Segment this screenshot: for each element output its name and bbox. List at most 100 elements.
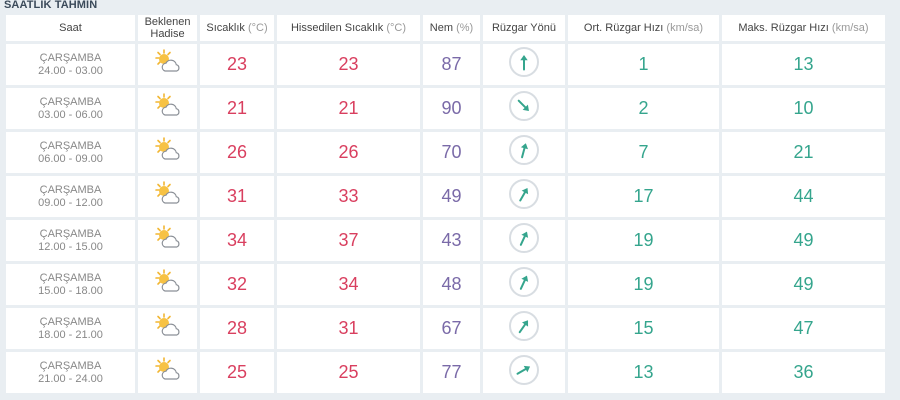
max-wind-value: 36 — [793, 362, 814, 382]
cell-ruzgar-yonu — [483, 88, 565, 129]
max-wind-value: 49 — [793, 274, 814, 294]
header-saat: Saat — [6, 15, 135, 41]
temperature-value: 26 — [226, 142, 248, 162]
humidity-value: 43 — [441, 230, 462, 250]
avg-wind-value: 19 — [633, 274, 654, 294]
cell-sicaklik: 21 — [200, 88, 274, 129]
cell-hissedilen: 34 — [277, 264, 420, 305]
header-sicaklik-unit: (°C) — [247, 22, 268, 34]
row-day: ÇARŞAMBA — [39, 359, 102, 372]
wind-direction-icon — [509, 91, 539, 121]
temperature-value: 34 — [226, 230, 248, 250]
feels-like-value: 23 — [338, 54, 359, 74]
cell-hissedilen: 37 — [277, 220, 420, 261]
row-day: ÇARŞAMBA — [39, 315, 102, 328]
cell-maks-ruzgar: 21 — [722, 132, 885, 173]
max-wind-value: 10 — [793, 98, 814, 118]
partly-cloudy-icon — [153, 93, 183, 124]
cell-maks-ruzgar: 49 — [722, 264, 885, 305]
cell-maks-ruzgar: 36 — [722, 352, 885, 393]
cell-ruzgar-yonu — [483, 220, 565, 261]
cell-hissedilen: 23 — [277, 44, 420, 85]
header-ort-ruzgar: Ort. Rüzgar Hızı (km/sa) — [568, 15, 719, 41]
cell-sicaklik: 25 — [200, 352, 274, 393]
table-row: ÇARŞAMBA 15.00 - 18.00 32 34 48 19 49 — [6, 264, 885, 305]
cell-ruzgar-yonu — [483, 308, 565, 349]
cell-sicaklik: 26 — [200, 132, 274, 173]
cell-saat: ÇARŞAMBA 06.00 - 09.00 — [6, 132, 135, 173]
avg-wind-value: 2 — [638, 98, 649, 118]
cell-nem: 43 — [423, 220, 480, 261]
cell-saat: ÇARŞAMBA 03.00 - 06.00 — [6, 88, 135, 129]
partly-cloudy-icon — [153, 225, 183, 256]
table-row: ÇARŞAMBA 18.00 - 21.00 28 31 67 15 47 — [6, 308, 885, 349]
wind-direction-icon — [509, 355, 539, 385]
row-time-range: 06.00 - 09.00 — [38, 152, 103, 165]
cell-sicaklik: 31 — [200, 176, 274, 217]
avg-wind-value: 13 — [633, 362, 654, 382]
wind-direction-icon — [509, 311, 539, 341]
header-sicaklik-label: Sıcaklık — [206, 22, 245, 34]
header-ruzgar-yonu: Rüzgar Yönü — [483, 15, 565, 41]
row-day: ÇARŞAMBA — [39, 227, 102, 240]
wind-direction-icon — [509, 179, 539, 209]
humidity-value: 87 — [441, 54, 462, 74]
header-maks-ruzgar-unit: (km/sa) — [831, 22, 869, 34]
header-nem-unit: (%) — [456, 22, 474, 34]
cell-sicaklik: 23 — [200, 44, 274, 85]
max-wind-value: 13 — [793, 54, 814, 74]
avg-wind-value: 19 — [633, 230, 654, 250]
feels-like-value: 21 — [338, 98, 359, 118]
cell-hissedilen: 21 — [277, 88, 420, 129]
row-day: ÇARŞAMBA — [39, 51, 102, 64]
avg-wind-value: 17 — [633, 186, 654, 206]
cell-ort-ruzgar: 1 — [568, 44, 719, 85]
cell-saat: ÇARŞAMBA 21.00 - 24.00 — [6, 352, 135, 393]
cell-nem: 67 — [423, 308, 480, 349]
cell-saat: ÇARŞAMBA 15.00 - 18.00 — [6, 264, 135, 305]
row-time-range: 21.00 - 24.00 — [38, 372, 103, 385]
cell-ort-ruzgar: 7 — [568, 132, 719, 173]
cell-maks-ruzgar: 10 — [722, 88, 885, 129]
temperature-value: 31 — [226, 186, 248, 206]
cell-nem: 48 — [423, 264, 480, 305]
header-maks-ruzgar: Maks. Rüzgar Hızı (km/sa) — [722, 15, 885, 41]
cell-ort-ruzgar: 19 — [568, 264, 719, 305]
row-day: ÇARŞAMBA — [39, 139, 102, 152]
row-time-range: 15.00 - 18.00 — [38, 284, 103, 297]
header-ort-ruzgar-unit: (km/sa) — [666, 22, 704, 34]
row-day: ÇARŞAMBA — [39, 271, 102, 284]
feels-like-value: 26 — [338, 142, 359, 162]
header-saat-label: Saat — [59, 22, 82, 34]
temperature-value: 23 — [226, 54, 248, 74]
wind-direction-icon — [509, 223, 539, 253]
cell-nem: 49 — [423, 176, 480, 217]
feels-like-value: 31 — [338, 318, 359, 338]
row-time-range: 24.00 - 03.00 — [38, 64, 103, 77]
cell-sicaklik: 34 — [200, 220, 274, 261]
row-day: ÇARŞAMBA — [39, 95, 102, 108]
cell-ort-ruzgar: 19 — [568, 220, 719, 261]
cell-maks-ruzgar: 13 — [722, 44, 885, 85]
cell-saat: ÇARŞAMBA 18.00 - 21.00 — [6, 308, 135, 349]
cell-hadise — [138, 308, 197, 349]
cell-nem: 90 — [423, 88, 480, 129]
cell-hadise — [138, 44, 197, 85]
max-wind-value: 47 — [793, 318, 814, 338]
cell-hadise — [138, 264, 197, 305]
feels-like-value: 33 — [338, 186, 359, 206]
wind-direction-icon — [509, 135, 539, 165]
partly-cloudy-icon — [153, 357, 183, 388]
feels-like-value: 25 — [338, 362, 359, 382]
cell-hissedilen: 33 — [277, 176, 420, 217]
cell-hadise — [138, 220, 197, 261]
table-row: ÇARŞAMBA 03.00 - 06.00 21 21 90 2 10 — [6, 88, 885, 129]
cell-ort-ruzgar: 15 — [568, 308, 719, 349]
cell-saat: ÇARŞAMBA 24.00 - 03.00 — [6, 44, 135, 85]
wind-direction-icon — [509, 47, 539, 77]
partly-cloudy-icon — [153, 49, 183, 80]
cell-hissedilen: 26 — [277, 132, 420, 173]
cell-hadise — [138, 176, 197, 217]
avg-wind-value: 1 — [638, 54, 649, 74]
temperature-value: 32 — [226, 274, 248, 294]
